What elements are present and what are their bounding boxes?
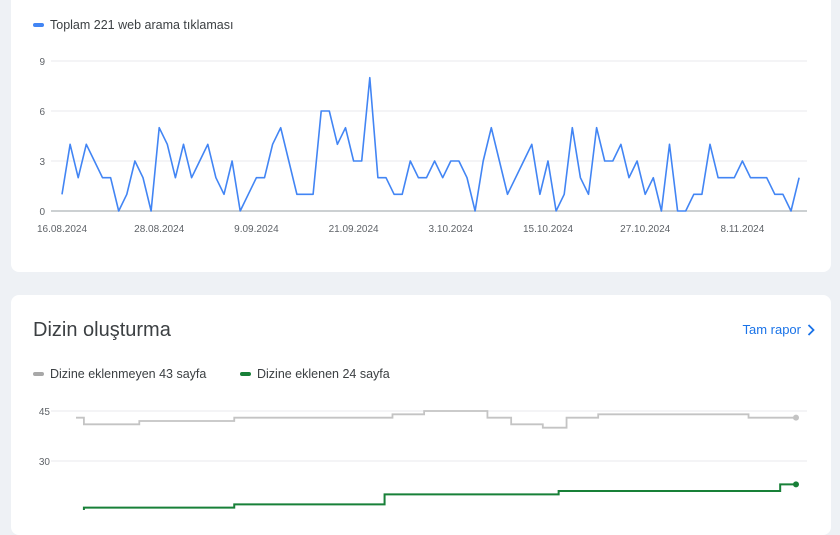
x-tick-label: 21.09.2024 (329, 224, 379, 235)
indexed-end-point (793, 481, 799, 488)
not-indexed-end-point (793, 414, 799, 421)
y-tick-label: 0 (39, 207, 45, 218)
indexed-series-line (76, 483, 796, 510)
indexing-card: Dizin oluşturma Tam rapor Dizine eklenme… (11, 295, 831, 535)
performance-card: Toplam 221 web arama tıklaması 0 3 6 9 16.08… (11, 0, 831, 272)
x-tick-label: 9.09.2024 (234, 224, 279, 235)
clicks-series-line (61, 76, 800, 212)
y-tick-label: 3 (39, 157, 45, 168)
x-tick-label: 3.10.2024 (429, 224, 474, 235)
clicks-chart[interactable]: 0 3 6 9 16.08.2024 28.08.2024 9.09.2024 21.09.2… (11, 0, 831, 250)
y-tick-label: 30 (39, 457, 51, 468)
y-tick-label: 6 (39, 107, 45, 118)
indexing-chart[interactable]: 30 45 (11, 295, 831, 510)
not-indexed-series-line (76, 410, 796, 429)
x-tick-label: 8.11.2024 (721, 224, 765, 235)
x-tick-label: 16.08.2024 (37, 224, 87, 235)
x-tick-label: 28.08.2024 (134, 224, 184, 235)
x-tick-label: 27.10.2024 (620, 224, 670, 235)
y-tick-label: 9 (39, 57, 45, 68)
x-tick-label: 15.10.2024 (523, 224, 573, 235)
y-tick-label: 45 (39, 407, 51, 418)
